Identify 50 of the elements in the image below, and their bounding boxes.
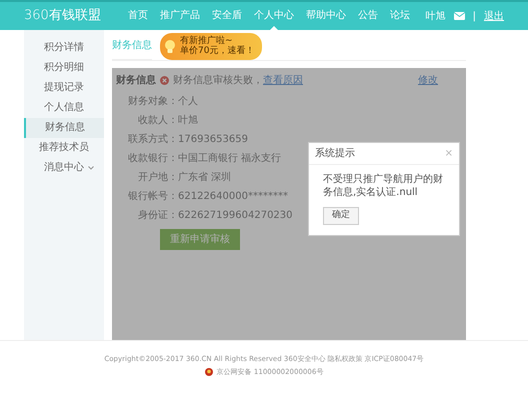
separator: | xyxy=(472,10,476,24)
tooltip-text: 有新推广啦~ xyxy=(180,36,233,46)
field-value: 中国工商银行 福永支行 xyxy=(178,152,282,166)
sidebar-item[interactable]: 提现记录 xyxy=(24,78,104,98)
field-label: 收款银行： xyxy=(127,152,178,166)
field-value: 62122640000******** xyxy=(178,190,288,204)
nav-tab[interactable]: 公告 xyxy=(352,2,384,30)
sidebar-item[interactable]: 推荐技术员 xyxy=(24,138,104,158)
chevron-down-icon[interactable] xyxy=(88,166,94,170)
dialog-message: 不受理只推广导航用户的财务信息,实名认证.null xyxy=(323,173,444,199)
nav-tab[interactable]: 安全盾 xyxy=(206,2,248,30)
promo-tooltip[interactable]: 有新推广啦~ 单价70元，速看！ xyxy=(160,33,262,60)
lightbulb-icon xyxy=(164,38,176,54)
status-message: 财务信息审核失败，查看原因 xyxy=(173,74,303,88)
logo[interactable]: 360有钱联盟 xyxy=(24,6,114,26)
field-label: 银行帐号： xyxy=(127,190,178,204)
nav-tab[interactable]: 推广产品 xyxy=(154,2,206,30)
emblem-icon xyxy=(204,368,213,376)
field-label: 收款人： xyxy=(137,114,178,128)
panel-title: 财务信息 xyxy=(116,74,156,88)
nav-tab[interactable]: 个人中心 xyxy=(248,2,300,30)
confirm-button[interactable]: 确定 xyxy=(323,207,359,224)
reapply-button[interactable]: 重新申请审核 xyxy=(160,229,240,250)
nav-tab[interactable]: 论坛 xyxy=(384,2,416,30)
reason-link[interactable]: 查看原因 xyxy=(263,75,303,86)
sidebar-item[interactable]: 财务信息 xyxy=(24,118,104,138)
nav-tab[interactable]: 首页 xyxy=(122,2,154,30)
mail-icon[interactable] xyxy=(454,12,465,20)
sidebar-item[interactable]: 积分明细 xyxy=(24,58,104,78)
user-name[interactable]: 叶旭 xyxy=(426,8,446,24)
sidebar-item[interactable]: 个人信息 xyxy=(24,98,104,118)
error-icon xyxy=(160,76,169,85)
logout-link[interactable]: 退出 xyxy=(484,8,504,24)
dialog-title: 系统提示 xyxy=(315,146,355,161)
field-value: 17693653659 xyxy=(178,133,248,147)
field-label: 身份证： xyxy=(137,209,178,223)
field-label: 财务对象： xyxy=(127,94,178,109)
field-label: 联系方式： xyxy=(127,132,178,147)
field-value: 广东省 深圳 xyxy=(178,170,232,185)
field-label: 开户地： xyxy=(137,170,178,185)
edit-link[interactable]: 修改 xyxy=(418,73,438,88)
field-value: 622627199604270230 xyxy=(178,209,293,223)
tooltip-text: 单价70元，速看！ xyxy=(180,46,254,57)
field-value: 个人 xyxy=(178,95,198,109)
sidebar-item[interactable]: 消息中心 xyxy=(24,158,104,178)
close-button[interactable]: × xyxy=(444,146,453,161)
sidebar-item[interactable]: 积分详情 xyxy=(24,38,104,58)
field-value: 叶旭 xyxy=(178,114,198,128)
breadcrumb[interactable]: 财务信息 xyxy=(112,30,152,60)
nav-tab[interactable]: 帮助中心 xyxy=(300,2,352,30)
